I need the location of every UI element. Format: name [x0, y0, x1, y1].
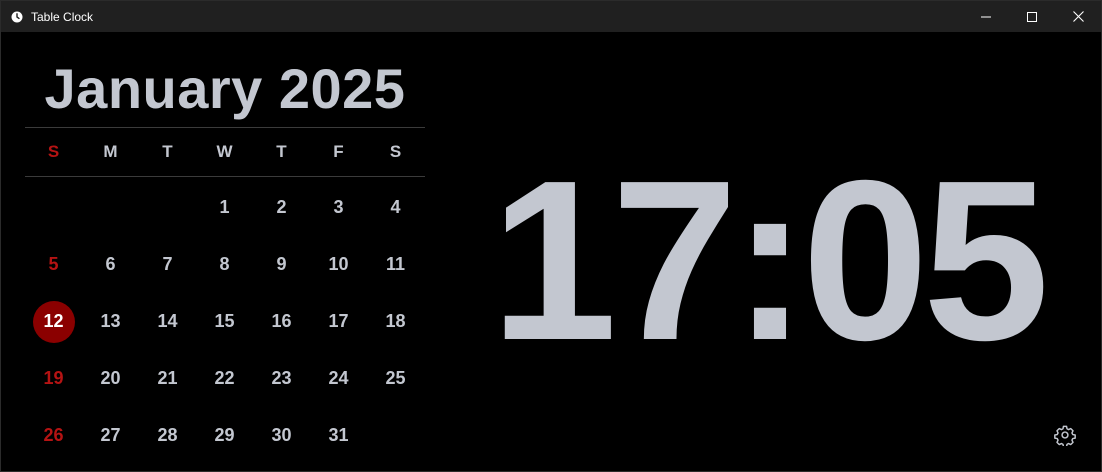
- calendar-day: 8: [219, 254, 230, 274]
- calendar-day: 3: [333, 197, 344, 217]
- calendar-day: 23: [271, 368, 292, 388]
- calendar-day: 21: [157, 368, 178, 388]
- close-button[interactable]: [1055, 1, 1101, 32]
- calendar-day: 13: [100, 311, 121, 331]
- weekday-label: S: [47, 142, 60, 161]
- calendar-day-today: 12: [25, 293, 82, 350]
- month-title: January 2025: [44, 57, 406, 120]
- settings-button[interactable]: [1053, 423, 1077, 447]
- calendar-day: 27: [100, 425, 121, 445]
- minimize-button[interactable]: [963, 1, 1009, 32]
- title-bar[interactable]: Table Clock: [1, 1, 1101, 32]
- day-grid: 1 2 3 4 5 6 7 8 9 10 11 12 13 14 15 16 17 18 19 20 21 22 23 24 2…: [25, 179, 425, 464]
- minimize-icon: [981, 16, 991, 17]
- calendar-day: 29: [214, 425, 235, 445]
- today-highlight: 12: [32, 300, 75, 343]
- calendar-day: 14: [157, 311, 178, 331]
- weekday-header: S M T W T F S: [25, 128, 425, 176]
- calendar-day: 20: [100, 368, 121, 388]
- calendar-day: 17: [328, 311, 349, 331]
- weekday-label: T: [162, 142, 173, 161]
- calendar-day: 24: [328, 368, 349, 388]
- calendar-day: 16: [271, 311, 292, 331]
- calendar-day: 19: [43, 368, 64, 388]
- weekday-label: T: [276, 142, 287, 161]
- calendar-day: 6: [105, 254, 116, 274]
- calendar-day: 11: [385, 254, 406, 274]
- weekday-label: W: [216, 142, 233, 161]
- calendar-day: 1: [219, 197, 230, 217]
- calendar-empty-cell: [82, 179, 139, 236]
- calendar-empty-cell: [25, 179, 82, 236]
- clock-icon: [11, 11, 23, 23]
- calendar-day: 22: [214, 368, 235, 388]
- close-icon: [1072, 11, 1084, 22]
- window-title: Table Clock: [31, 9, 94, 24]
- calendar-day: 2: [276, 197, 287, 217]
- calendar-day: 10: [328, 254, 349, 274]
- calendar-empty-cell: [139, 179, 196, 236]
- calendar-day: 9: [276, 254, 287, 274]
- app-window: Table Clock January 2025 S M T W T F S 1…: [0, 0, 1102, 472]
- calendar-day: 4: [390, 197, 401, 217]
- gear-icon: [1054, 425, 1076, 446]
- maximize-icon: [1027, 11, 1037, 22]
- weekday-label: M: [103, 142, 118, 161]
- calendar-day: 26: [43, 425, 64, 445]
- calendar-day: 5: [48, 254, 59, 274]
- calendar-empty-cell: [367, 407, 424, 464]
- calendar-day: 28: [157, 425, 178, 445]
- calendar-day: 7: [162, 254, 173, 274]
- divider: [25, 176, 425, 177]
- calendar-day: 15: [214, 311, 235, 331]
- maximize-button[interactable]: [1009, 1, 1055, 32]
- calendar: January 2025 S M T W T F S 1 2 3 4 5 6 7 8 9 10 11…: [25, 32, 425, 464]
- calendar-day: 18: [385, 311, 406, 331]
- window-controls: [963, 1, 1101, 32]
- clock-time: 17:05: [490, 134, 1049, 388]
- weekday-label: S: [389, 142, 402, 161]
- calendar-day: 30: [271, 425, 292, 445]
- weekday-label: F: [333, 142, 344, 161]
- calendar-day: 31: [328, 425, 349, 445]
- calendar-day: 25: [385, 368, 406, 388]
